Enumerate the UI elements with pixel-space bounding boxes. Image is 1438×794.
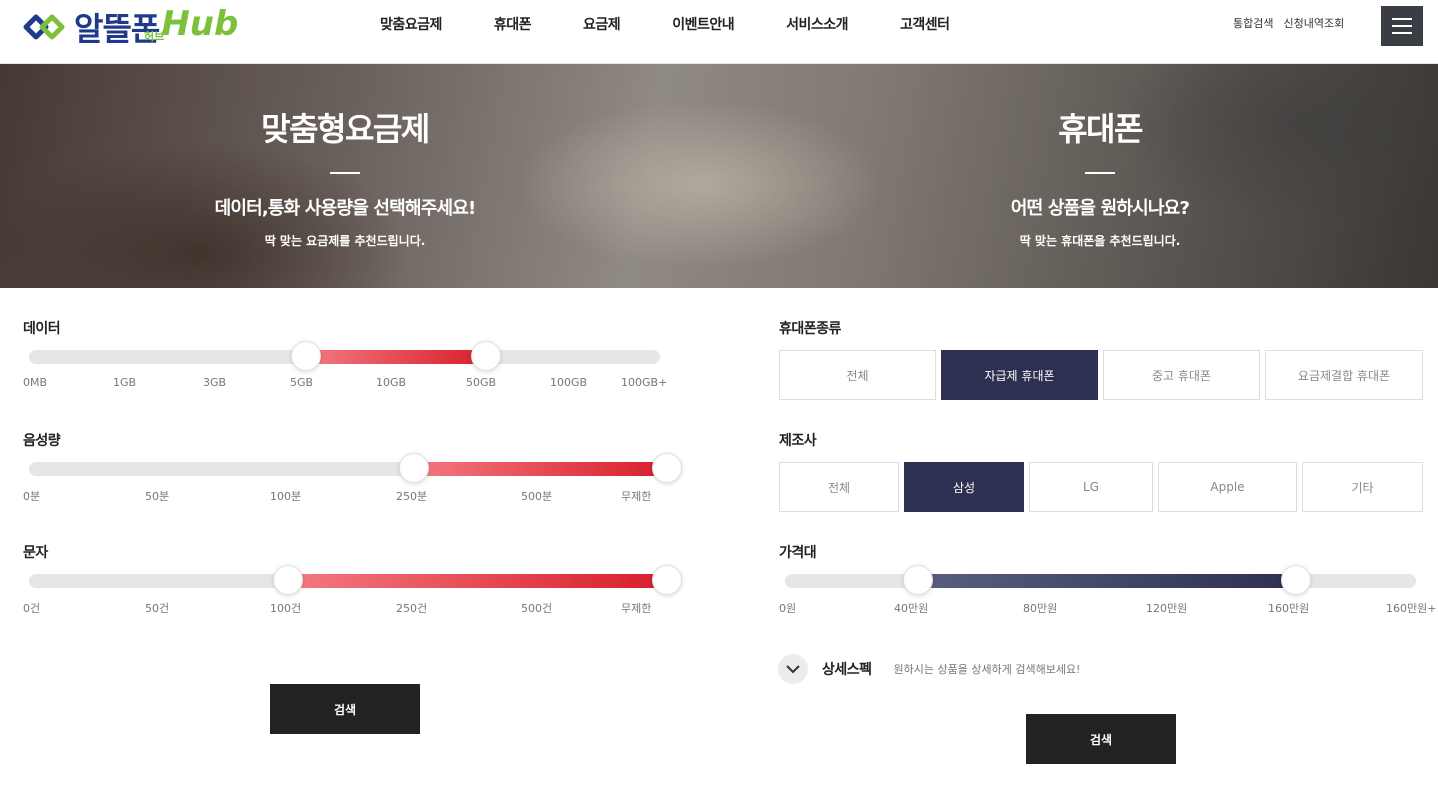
nav-event[interactable]: 이벤트안내 bbox=[672, 14, 734, 34]
maker-option-etc[interactable]: 기타 bbox=[1302, 462, 1423, 512]
phone-search-button[interactable]: 검색 bbox=[1026, 714, 1176, 764]
hamburger-menu-button[interactable] bbox=[1381, 6, 1423, 46]
hero-right-title: 휴대폰 bbox=[1058, 110, 1143, 148]
price-tick: 0원 bbox=[779, 602, 797, 615]
detail-spec-title: 상세스펙 bbox=[822, 662, 872, 678]
hero-right: 휴대폰 어떤 상품을 원하시나요? 딱 맞는 휴대폰을 추천드립니다. bbox=[800, 104, 1400, 249]
sms-label: 문자 bbox=[23, 545, 48, 561]
price-slider-min-handle[interactable] bbox=[903, 565, 933, 595]
site-header: 알뜰폰 Hub 허브 맞춤요금제 휴대폰 요금제 이벤트안내 서비스소개 고객센… bbox=[0, 0, 1438, 64]
voice-label: 음성량 bbox=[23, 433, 61, 449]
hamburger-line bbox=[1392, 18, 1412, 20]
data-label: 데이터 bbox=[23, 321, 61, 337]
hero-left-title: 맞춤형요금제 bbox=[261, 110, 430, 148]
price-slider-range bbox=[918, 574, 1296, 588]
nav-phone[interactable]: 휴대폰 bbox=[494, 14, 532, 34]
voice-tick: 100분 bbox=[270, 490, 302, 503]
phone-type-option-unlocked[interactable]: 자급제 휴대폰 bbox=[941, 350, 1098, 400]
nav-service[interactable]: 서비스소개 bbox=[786, 14, 848, 34]
nav-support[interactable]: 고객센터 bbox=[900, 14, 950, 34]
sms-tick: 250건 bbox=[396, 602, 428, 615]
voice-tick: 250분 bbox=[396, 490, 428, 503]
price-tick: 120만원 bbox=[1146, 602, 1188, 615]
data-tick: 1GB bbox=[113, 376, 137, 389]
site-logo[interactable]: 알뜰폰 Hub bbox=[22, 4, 239, 48]
data-tick: 0MB bbox=[23, 376, 48, 389]
plan-search-button[interactable]: 검색 bbox=[270, 684, 420, 734]
price-tick: 160만원 bbox=[1268, 602, 1310, 615]
maker-option-lg[interactable]: LG bbox=[1029, 462, 1153, 512]
hamburger-line bbox=[1392, 32, 1412, 34]
voice-tick: 무제한 bbox=[621, 490, 652, 503]
hero-divider bbox=[330, 172, 360, 174]
hero-right-desc: 딱 맞는 휴대폰을 추천드립니다. bbox=[1019, 234, 1181, 248]
sms-tick: 50건 bbox=[145, 602, 170, 615]
maker-option-all[interactable]: 전체 bbox=[779, 462, 899, 512]
logo-mark-icon bbox=[22, 10, 68, 44]
nav-plan[interactable]: 요금제 bbox=[583, 14, 621, 34]
chevron-down-icon[interactable] bbox=[778, 654, 808, 684]
hero-banner: 맞춤형요금제 데이터,통화 사용량을 선택해주세요! 딱 맞는 요금제를 추천드… bbox=[0, 64, 1438, 288]
phone-type-option-all[interactable]: 전체 bbox=[779, 350, 936, 400]
data-tick: 100GB+ bbox=[621, 376, 668, 389]
data-tick: 3GB bbox=[203, 376, 227, 389]
logo-sub: 허브 bbox=[144, 30, 165, 43]
phone-type-label: 휴대폰종류 bbox=[779, 321, 841, 337]
utility-links: 통합검색 신청내역조회 bbox=[1233, 15, 1344, 31]
price-tick: 160만원+ bbox=[1386, 602, 1437, 615]
data-slider-min-handle[interactable] bbox=[291, 341, 321, 371]
data-tick: 100GB bbox=[550, 376, 588, 389]
maker-option-samsung[interactable]: 삼성 bbox=[904, 462, 1024, 512]
price-tick: 40만원 bbox=[894, 602, 929, 615]
hero-divider bbox=[1085, 172, 1115, 174]
price-slider-max-handle[interactable] bbox=[1281, 565, 1311, 595]
data-tick: 5GB bbox=[290, 376, 314, 389]
data-tick: 50GB bbox=[466, 376, 497, 389]
logo-hub: Hub bbox=[161, 4, 239, 44]
sms-tick: 100건 bbox=[270, 602, 302, 615]
phone-type-option-used[interactable]: 중고 휴대폰 bbox=[1103, 350, 1260, 400]
voice-tick: 0분 bbox=[23, 490, 41, 503]
maker-label: 제조사 bbox=[779, 433, 817, 449]
hero-left-subtitle: 데이터,통화 사용량을 선택해주세요! bbox=[214, 198, 477, 219]
integrated-search-link[interactable]: 통합검색 bbox=[1233, 15, 1273, 31]
voice-tick: 500분 bbox=[521, 490, 553, 503]
sms-slider-range bbox=[288, 574, 666, 588]
phone-type-option-bundled[interactable]: 요금제결합 휴대폰 bbox=[1265, 350, 1423, 400]
data-slider-max-handle[interactable] bbox=[471, 341, 501, 371]
hero-left-desc: 딱 맞는 요금제를 추천드립니다. bbox=[264, 234, 426, 248]
data-slider-range bbox=[306, 350, 486, 364]
main-nav: 맞춤요금제 휴대폰 요금제 이벤트안내 서비스소개 고객센터 bbox=[380, 14, 1002, 34]
voice-slider-range bbox=[414, 462, 666, 476]
nav-custom-plan[interactable]: 맞춤요금제 bbox=[380, 14, 442, 34]
voice-tick: 50분 bbox=[145, 490, 170, 503]
detail-spec-desc: 원하시는 상품을 상세하게 검색해보세요! bbox=[893, 663, 1081, 676]
sms-slider-max-handle[interactable] bbox=[652, 565, 682, 595]
data-tick: 10GB bbox=[376, 376, 407, 389]
hamburger-line bbox=[1392, 25, 1412, 27]
sms-tick: 0건 bbox=[23, 602, 41, 615]
voice-slider-min-handle[interactable] bbox=[399, 453, 429, 483]
voice-slider-max-handle[interactable] bbox=[652, 453, 682, 483]
hero-right-subtitle: 어떤 상품을 원하시나요? bbox=[1010, 198, 1190, 219]
price-label: 가격대 bbox=[779, 545, 817, 561]
sms-tick: 500건 bbox=[521, 602, 553, 615]
price-tick: 80만원 bbox=[1023, 602, 1058, 615]
hero-left: 맞춤형요금제 데이터,통화 사용량을 선택해주세요! 딱 맞는 요금제를 추천드… bbox=[45, 104, 645, 249]
sms-tick: 무제한 bbox=[621, 602, 652, 615]
order-lookup-link[interactable]: 신청내역조회 bbox=[1283, 15, 1344, 31]
sms-slider-min-handle[interactable] bbox=[273, 565, 303, 595]
detail-spec-toggle[interactable]: 상세스펙 원하시는 상품을 상세하게 검색해보세요! bbox=[778, 654, 1080, 684]
maker-option-apple[interactable]: Apple bbox=[1158, 462, 1297, 512]
